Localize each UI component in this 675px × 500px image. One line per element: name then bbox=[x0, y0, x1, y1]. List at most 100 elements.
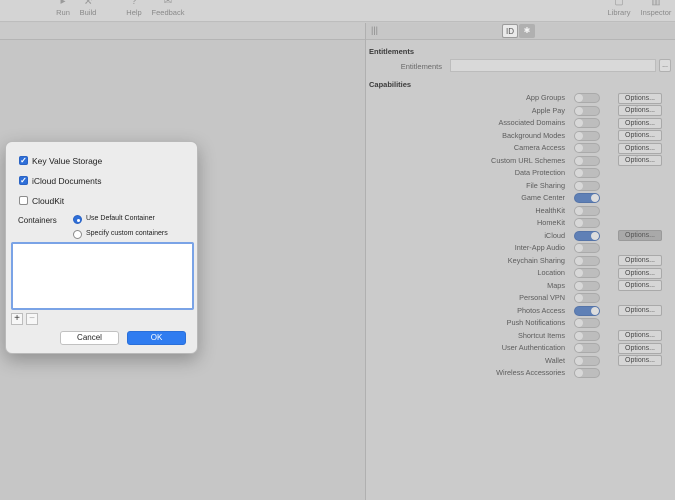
help-icon: ? bbox=[131, 0, 137, 7]
toggle-knob bbox=[575, 94, 583, 102]
capability-toggle[interactable] bbox=[574, 155, 600, 166]
capability-toggle[interactable] bbox=[574, 105, 600, 116]
toggle-knob bbox=[575, 131, 583, 140]
capability-toggle[interactable] bbox=[574, 280, 600, 291]
capability-toggle[interactable] bbox=[574, 343, 600, 353]
build-button[interactable]: ⚒ Build bbox=[78, 0, 98, 22]
capability-options-button[interactable]: Options... bbox=[618, 130, 662, 141]
capability-label: User Authentication bbox=[501, 343, 565, 352]
identity-inspector-tab[interactable]: ID bbox=[502, 24, 518, 38]
capability-label: HomeKit bbox=[537, 218, 565, 227]
capability-toggle[interactable] bbox=[574, 293, 600, 303]
icloud-documents-checkbox[interactable]: ✓ bbox=[19, 176, 28, 185]
inspector-icon: ▥ bbox=[651, 0, 661, 7]
capability-toggle[interactable] bbox=[574, 355, 600, 366]
entitlements-label: Entitlements bbox=[400, 62, 442, 71]
capability-toggle[interactable] bbox=[574, 205, 600, 216]
capability-toggle[interactable] bbox=[574, 193, 600, 203]
feedback-button[interactable]: ✉ Feedback bbox=[151, 0, 185, 22]
specify-custom-containers-radio[interactable] bbox=[73, 230, 82, 239]
capabilities-list: App Groups Options... Apple Pay Options... A… bbox=[366, 92, 675, 380]
capability-options-button[interactable]: Options... bbox=[618, 92, 662, 104]
capability-row: Custom URL Schemes Options... bbox=[366, 155, 675, 168]
cancel-button[interactable]: Cancel bbox=[60, 331, 119, 345]
ok-button[interactable]: OK bbox=[127, 331, 186, 345]
capability-toggle[interactable] bbox=[574, 230, 600, 241]
capability-options-button[interactable]: Options... bbox=[618, 230, 662, 241]
capability-row: Apple Pay Options... bbox=[366, 105, 675, 118]
toggle-knob bbox=[575, 244, 583, 252]
capability-row: File Sharing bbox=[366, 180, 675, 193]
capability-toggle[interactable] bbox=[574, 218, 600, 228]
capability-toggle[interactable] bbox=[574, 318, 600, 328]
capability-options-button[interactable]: Options... bbox=[618, 142, 662, 154]
add-container-button[interactable]: + bbox=[11, 313, 23, 325]
help-button[interactable]: ? Help bbox=[124, 0, 144, 22]
capability-options-button[interactable]: Options... bbox=[618, 280, 662, 291]
capability-label: Photos Access bbox=[517, 305, 565, 315]
remove-container-button[interactable]: − bbox=[26, 313, 38, 325]
attributes-inspector-tab[interactable]: ✱ bbox=[519, 24, 535, 38]
capability-options-button[interactable]: Options... bbox=[618, 155, 662, 166]
use-default-container-radio[interactable] bbox=[73, 215, 82, 224]
capability-options-button[interactable]: Options... bbox=[618, 355, 662, 366]
capability-toggle[interactable] bbox=[574, 168, 600, 178]
drag-handle-icon[interactable]: ||| bbox=[371, 25, 378, 35]
inspector-button[interactable]: ▥ Inspector bbox=[639, 0, 673, 22]
toggle-knob bbox=[591, 306, 599, 315]
key-value-storage-checkbox[interactable]: ✓ bbox=[19, 156, 28, 165]
capabilities-section-title: Capabilities bbox=[369, 80, 412, 89]
capability-toggle[interactable] bbox=[574, 330, 600, 341]
toggle-knob bbox=[575, 206, 583, 215]
containers-list[interactable] bbox=[11, 242, 194, 310]
capability-toggle[interactable] bbox=[574, 93, 600, 103]
capability-label: iCloud bbox=[544, 230, 565, 240]
toggle-knob bbox=[575, 119, 583, 127]
entitlements-browse-button[interactable]: ... bbox=[659, 59, 671, 72]
capability-options-button[interactable]: Options... bbox=[618, 105, 662, 116]
icloud-documents-label: iCloud Documents bbox=[32, 176, 102, 186]
capability-options-button[interactable]: Options... bbox=[618, 117, 662, 129]
toggle-knob bbox=[575, 144, 583, 152]
toggle-knob bbox=[575, 156, 583, 165]
capability-toggle[interactable] bbox=[574, 118, 600, 128]
capability-toggle[interactable] bbox=[574, 305, 600, 316]
toolbar: ▸ Run ⚒ Build ? Help ✉ Feedback ▢ Librar… bbox=[0, 0, 675, 22]
capability-row: iCloud Options... bbox=[366, 230, 675, 243]
capability-toggle[interactable] bbox=[574, 130, 600, 141]
toggle-knob bbox=[575, 181, 583, 190]
capability-row: Data Protection bbox=[366, 167, 675, 180]
capability-toggle[interactable] bbox=[574, 180, 600, 191]
toggle-knob bbox=[575, 369, 583, 377]
capability-options-button[interactable]: Options... bbox=[618, 267, 662, 279]
capability-label: Custom URL Schemes bbox=[491, 155, 565, 165]
toggle-knob bbox=[575, 331, 583, 340]
containers-label: Containers bbox=[18, 216, 57, 225]
capability-row: Push Notifications bbox=[366, 317, 675, 330]
run-button[interactable]: ▸ Run bbox=[55, 0, 71, 22]
capability-toggle[interactable] bbox=[574, 368, 600, 378]
capability-toggle[interactable] bbox=[574, 255, 600, 266]
capability-label: Personal VPN bbox=[519, 293, 565, 302]
capability-toggle[interactable] bbox=[574, 143, 600, 153]
capability-toggle[interactable] bbox=[574, 268, 600, 278]
library-button[interactable]: ▢ Library bbox=[605, 0, 633, 22]
inspector-header: ||| ID ✱ bbox=[366, 23, 675, 40]
play-icon: ▸ bbox=[60, 0, 66, 7]
entitlements-field[interactable] bbox=[450, 59, 656, 72]
toggle-knob bbox=[575, 106, 583, 115]
toggle-knob bbox=[575, 169, 583, 177]
capability-label: Push Notifications bbox=[506, 318, 565, 327]
capability-options-button[interactable]: Options... bbox=[618, 330, 662, 341]
capability-options-button[interactable]: Options... bbox=[618, 342, 662, 354]
icloud-options-dialog: ✓ Key Value Storage ✓ iCloud Documents C… bbox=[5, 141, 198, 354]
capability-row: Maps Options... bbox=[366, 280, 675, 293]
capability-label: Camera Access bbox=[513, 143, 565, 152]
capability-row: User Authentication Options... bbox=[366, 342, 675, 355]
cloudkit-checkbox[interactable] bbox=[19, 196, 28, 205]
capability-options-button[interactable]: Options... bbox=[618, 305, 662, 316]
toggle-knob bbox=[575, 294, 583, 302]
capability-toggle[interactable] bbox=[574, 243, 600, 253]
capability-label: Data Protection bbox=[514, 168, 565, 177]
capability-options-button[interactable]: Options... bbox=[618, 255, 662, 266]
